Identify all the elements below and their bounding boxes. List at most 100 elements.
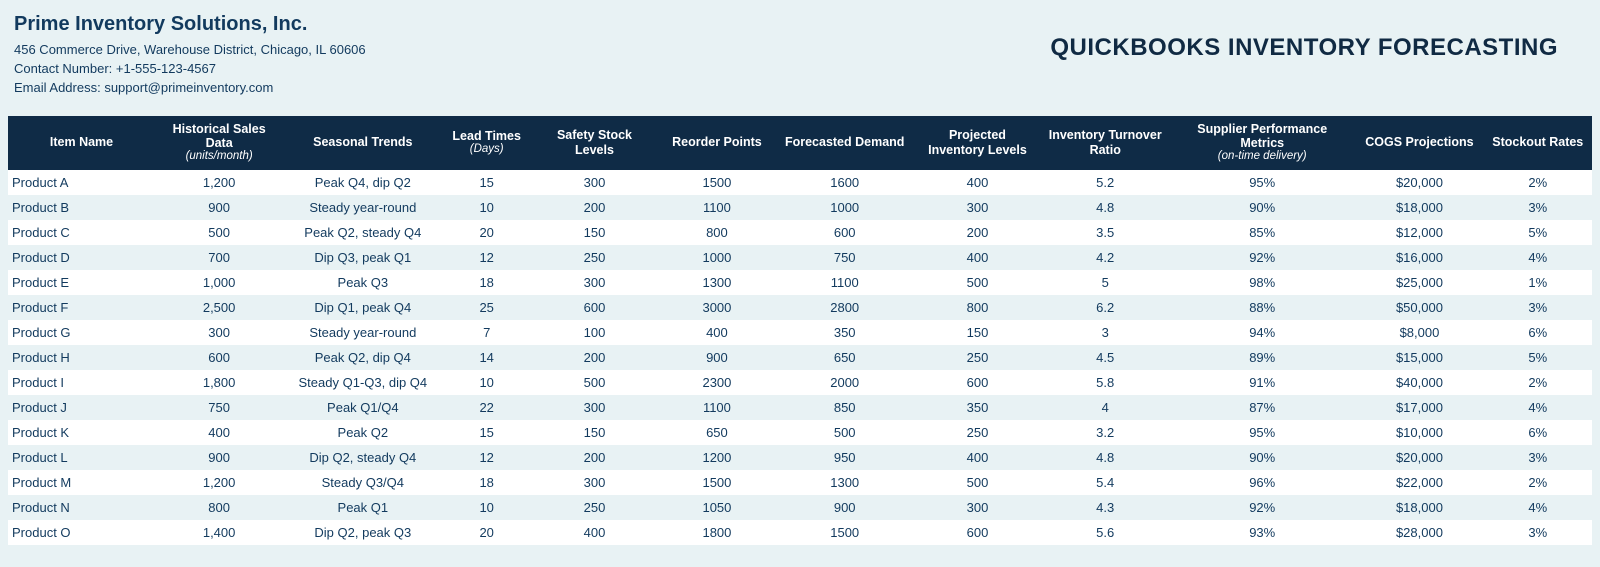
cell-forecast: 1500 (776, 520, 914, 545)
table-row: Product D700Dip Q3, peak Q11225010007504… (8, 245, 1592, 270)
cell-trend: Dip Q1, peak Q4 (283, 295, 442, 320)
cell-lead: 18 (442, 270, 530, 295)
cell-item: Product D (8, 245, 155, 270)
cell-supp: 93% (1169, 520, 1355, 545)
cell-cogs: $20,000 (1355, 445, 1483, 470)
cell-reorder: 3000 (658, 295, 776, 320)
cell-safety: 300 (531, 395, 658, 420)
column-header-sublabel: (units/month) (161, 150, 277, 163)
cell-supp: 95% (1169, 420, 1355, 445)
cell-supp: 87% (1169, 395, 1355, 420)
cell-safety: 300 (531, 170, 658, 195)
cell-item: Product B (8, 195, 155, 220)
cell-lead: 10 (442, 370, 530, 395)
cell-stock: 3% (1484, 295, 1592, 320)
cell-safety: 300 (531, 470, 658, 495)
cell-proj: 250 (914, 345, 1042, 370)
cell-reorder: 900 (658, 345, 776, 370)
cell-proj: 400 (914, 245, 1042, 270)
column-header-label: Historical Sales Data (173, 122, 266, 150)
company-email: Email Address: support@primeinventory.co… (14, 79, 366, 98)
cell-stock: 2% (1484, 470, 1592, 495)
cell-forecast: 900 (776, 495, 914, 520)
report-header: Prime Inventory Solutions, Inc. 456 Comm… (0, 0, 1600, 116)
cell-turn: 5.2 (1041, 170, 1169, 195)
column-header: Forecasted Demand (776, 116, 914, 170)
cell-trend: Steady year-round (283, 195, 442, 220)
cell-stock: 5% (1484, 220, 1592, 245)
cell-reorder: 1500 (658, 170, 776, 195)
column-header: Historical Sales Data(units/month) (155, 116, 283, 170)
cell-stock: 4% (1484, 245, 1592, 270)
column-header-label: COGS Projections (1365, 135, 1473, 149)
cell-forecast: 500 (776, 420, 914, 445)
cell-item: Product N (8, 495, 155, 520)
cell-safety: 600 (531, 295, 658, 320)
table-row: Product E1,000Peak Q31830013001100500598… (8, 270, 1592, 295)
cell-turn: 5.8 (1041, 370, 1169, 395)
cell-trend: Peak Q2, steady Q4 (283, 220, 442, 245)
cell-turn: 3 (1041, 320, 1169, 345)
cell-turn: 4.3 (1041, 495, 1169, 520)
cell-lead: 10 (442, 195, 530, 220)
cell-hist: 500 (155, 220, 283, 245)
cell-proj: 350 (914, 395, 1042, 420)
cell-stock: 6% (1484, 420, 1592, 445)
table-row: Product M1,200Steady Q3/Q418300150013005… (8, 470, 1592, 495)
cell-supp: 91% (1169, 370, 1355, 395)
cell-lead: 12 (442, 245, 530, 270)
cell-supp: 88% (1169, 295, 1355, 320)
cell-hist: 400 (155, 420, 283, 445)
table-body: Product A1,200Peak Q4, dip Q215300150016… (8, 170, 1592, 545)
cell-forecast: 950 (776, 445, 914, 470)
cell-lead: 20 (442, 220, 530, 245)
table-header: Item NameHistorical Sales Data(units/mon… (8, 116, 1592, 170)
cell-turn: 6.2 (1041, 295, 1169, 320)
cell-proj: 300 (914, 195, 1042, 220)
cell-reorder: 1300 (658, 270, 776, 295)
cell-hist: 2,500 (155, 295, 283, 320)
column-header-sublabel: (on-time delivery) (1175, 150, 1349, 163)
column-header-sublabel: (Days) (448, 143, 524, 156)
report-title: QUICKBOOKS INVENTORY FORECASTING (1050, 10, 1580, 62)
cell-reorder: 1800 (658, 520, 776, 545)
cell-turn: 4.8 (1041, 195, 1169, 220)
cell-forecast: 1300 (776, 470, 914, 495)
cell-stock: 6% (1484, 320, 1592, 345)
cell-stock: 4% (1484, 395, 1592, 420)
cell-lead: 22 (442, 395, 530, 420)
cell-item: Product K (8, 420, 155, 445)
table-row: Product L900Dip Q2, steady Q412200120095… (8, 445, 1592, 470)
cell-turn: 5.6 (1041, 520, 1169, 545)
cell-forecast: 750 (776, 245, 914, 270)
column-header: Reorder Points (658, 116, 776, 170)
cell-item: Product C (8, 220, 155, 245)
cell-supp: 92% (1169, 245, 1355, 270)
table-row: Product A1,200Peak Q4, dip Q215300150016… (8, 170, 1592, 195)
cell-cogs: $28,000 (1355, 520, 1483, 545)
table-row: Product G300Steady year-round71004003501… (8, 320, 1592, 345)
cell-hist: 900 (155, 445, 283, 470)
cell-cogs: $8,000 (1355, 320, 1483, 345)
cell-cogs: $16,000 (1355, 245, 1483, 270)
cell-hist: 1,800 (155, 370, 283, 395)
company-block: Prime Inventory Solutions, Inc. 456 Comm… (14, 10, 366, 98)
company-address: 456 Commerce Drive, Warehouse District, … (14, 41, 366, 60)
cell-hist: 1,200 (155, 170, 283, 195)
column-header-label: Reorder Points (672, 135, 762, 149)
cell-safety: 200 (531, 445, 658, 470)
cell-hist: 800 (155, 495, 283, 520)
cell-safety: 200 (531, 195, 658, 220)
cell-safety: 400 (531, 520, 658, 545)
table-row: Product J750Peak Q1/Q4223001100850350487… (8, 395, 1592, 420)
column-header: Supplier Performance Metrics(on-time del… (1169, 116, 1355, 170)
column-header-label: Seasonal Trends (313, 135, 412, 149)
cell-item: Product L (8, 445, 155, 470)
cell-supp: 96% (1169, 470, 1355, 495)
cell-safety: 150 (531, 220, 658, 245)
cell-safety: 100 (531, 320, 658, 345)
cell-reorder: 800 (658, 220, 776, 245)
cell-item: Product I (8, 370, 155, 395)
cell-reorder: 400 (658, 320, 776, 345)
cell-trend: Dip Q2, peak Q3 (283, 520, 442, 545)
